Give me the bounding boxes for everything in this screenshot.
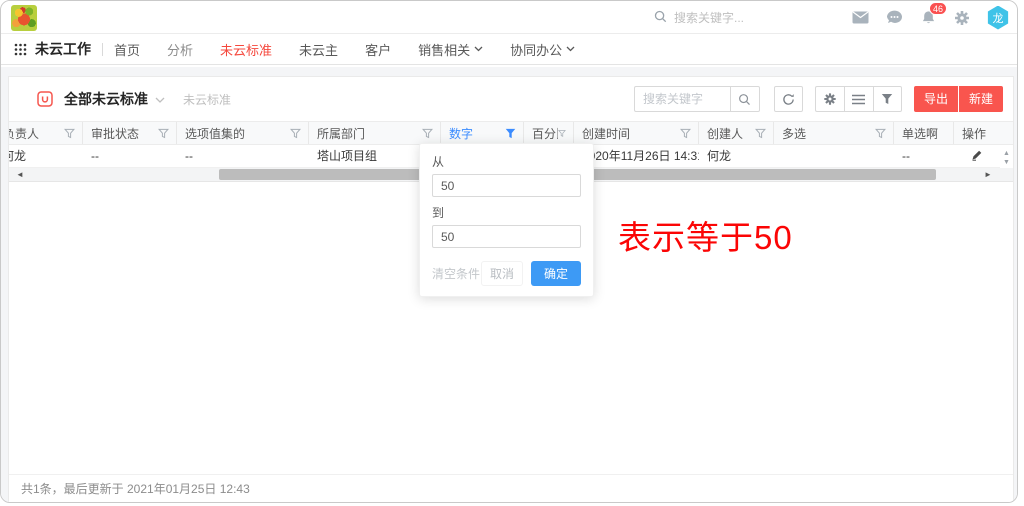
to-input[interactable]	[432, 225, 581, 248]
column-header-percent[interactable]: 百分比	[524, 122, 574, 144]
scroll-left-icon[interactable]: ◄	[13, 168, 27, 181]
global-search[interactable]: 搜索关键字...	[654, 1, 744, 34]
refresh-button[interactable]	[774, 86, 803, 112]
to-label: 到	[432, 204, 581, 221]
gear-icon	[823, 92, 837, 106]
list-view-button[interactable]	[844, 86, 873, 112]
scroll-right-icon[interactable]: ►	[981, 168, 995, 181]
mail-icon[interactable]	[851, 9, 869, 27]
record-count-and-updated: 共1条，最后更新于 2021年01月25日 12:43	[21, 480, 250, 497]
column-filter-icon[interactable]	[680, 128, 691, 139]
list-search	[634, 86, 760, 112]
settings-gear-icon[interactable]	[953, 9, 971, 27]
number-filter-popup: 从 到 清空条件 取消 确定	[419, 143, 594, 297]
nav-item-collab[interactable]: 协同办公	[510, 40, 575, 59]
export-button[interactable]: 导出	[914, 86, 958, 112]
cell-multiselect	[774, 145, 894, 167]
page-content: 全部未云标准 未云标准	[1, 67, 1017, 502]
workspace-title[interactable]: 未云工作	[35, 39, 91, 59]
app-grid-icon[interactable]	[14, 43, 27, 56]
scroll-down-icon[interactable]: ▼	[1003, 159, 1010, 166]
app-window: 搜索关键字... 46 龙 未云工作 首页 分析 未云标准	[0, 0, 1018, 503]
object-view-icon	[37, 91, 53, 107]
nav-item-analytics[interactable]: 分析	[167, 40, 193, 59]
column-header-approval[interactable]: 审批状态	[83, 122, 177, 144]
notification-badge: 46	[929, 2, 947, 15]
cell-owner: 何龙	[9, 145, 83, 167]
column-header-department[interactable]: 所属部门	[309, 122, 441, 144]
cell-creator: 何龙	[699, 145, 774, 167]
annotation-text: 表示等于50	[618, 211, 793, 259]
column-filter-icon[interactable]	[158, 128, 169, 139]
cancel-button[interactable]: 取消	[481, 261, 523, 286]
company-logo[interactable]	[11, 5, 37, 31]
nav-item-standard[interactable]: 未云标准	[220, 40, 272, 59]
column-filter-icon[interactable]	[422, 128, 433, 139]
nav-item-sales[interactable]: 销售相关	[418, 40, 483, 59]
cell-optionset: --	[177, 145, 309, 167]
list-search-button[interactable]	[730, 86, 760, 112]
view-selector-chevron-icon[interactable]	[155, 97, 165, 104]
nav-item-collab-label: 协同办公	[510, 40, 562, 59]
filter-button[interactable]	[873, 86, 902, 112]
table-header-row: 负责人 审批状态 选项值集的 所属部门	[9, 121, 1013, 145]
chevron-down-icon	[474, 46, 483, 52]
column-header-actions: 操作	[954, 122, 999, 144]
column-header-created-time[interactable]: 创建时间	[574, 122, 699, 144]
column-header-creator[interactable]: 创建人	[699, 122, 774, 144]
chat-icon[interactable]	[885, 9, 903, 27]
topbar: 搜索关键字... 46 龙	[1, 1, 1017, 34]
confirm-button[interactable]: 确定	[531, 261, 581, 286]
chevron-down-icon	[566, 46, 575, 52]
column-filter-icon[interactable]	[755, 128, 766, 139]
vertical-scrollbar[interactable]: ▲ ▼	[1000, 146, 1013, 169]
nav-item-home[interactable]: 首页	[114, 40, 140, 59]
global-search-placeholder: 搜索关键字...	[674, 9, 744, 26]
column-header-optionset[interactable]: 选项值集的	[177, 122, 309, 144]
edit-pencil-icon[interactable]	[971, 149, 983, 161]
column-filter-icon[interactable]	[64, 128, 75, 139]
column-header-multiselect[interactable]: 多选	[774, 122, 894, 144]
object-name-label: 未云标准	[183, 91, 231, 108]
scroll-up-icon[interactable]: ▲	[1003, 150, 1010, 157]
refresh-icon	[782, 93, 795, 106]
column-header-number[interactable]: 数字	[441, 122, 524, 144]
funnel-icon	[881, 93, 893, 105]
popup-footer: 清空条件 取消 确定	[432, 261, 581, 286]
main-nav: 未云工作 首页 分析 未云标准 未云主 客户 销售相关 协同办公	[1, 34, 1017, 65]
cell-actions	[954, 145, 999, 167]
column-filter-icon-active[interactable]	[505, 128, 516, 139]
column-filter-icon[interactable]	[875, 128, 886, 139]
toolbar-actions: 导出 新建	[634, 86, 1003, 112]
list-search-input[interactable]	[634, 86, 730, 112]
notifications-icon[interactable]: 46	[919, 9, 937, 27]
nav-item-master[interactable]: 未云主	[299, 40, 338, 59]
cell-approval: --	[83, 145, 177, 167]
column-filter-icon[interactable]	[290, 128, 301, 139]
user-avatar[interactable]: 龙	[987, 6, 1009, 30]
cell-singleselect: --	[894, 145, 954, 167]
search-icon	[738, 93, 751, 106]
view-selector-title[interactable]: 全部未云标准	[64, 89, 148, 109]
clear-conditions-link[interactable]: 清空条件	[432, 265, 480, 282]
column-settings-button[interactable]	[815, 86, 844, 112]
topbar-icons: 46 龙	[851, 1, 1009, 34]
from-label: 从	[432, 153, 581, 170]
column-filter-icon[interactable]	[558, 128, 566, 139]
list-toolbar: 全部未云标准 未云标准	[9, 77, 1013, 121]
nav-item-sales-label: 销售相关	[418, 40, 470, 59]
column-header-owner[interactable]: 负责人	[9, 122, 83, 144]
nav-divider	[102, 43, 103, 56]
nav-item-customers[interactable]: 客户	[365, 40, 391, 59]
from-input[interactable]	[432, 174, 581, 197]
table-option-buttons	[815, 86, 902, 112]
list-icon	[852, 94, 865, 105]
search-icon	[654, 10, 667, 26]
column-header-singleselect[interactable]: 单选啊	[894, 122, 954, 144]
create-button[interactable]: 新建	[959, 86, 1003, 112]
list-footer: 共1条，最后更新于 2021年01月25日 12:43	[9, 474, 1013, 502]
